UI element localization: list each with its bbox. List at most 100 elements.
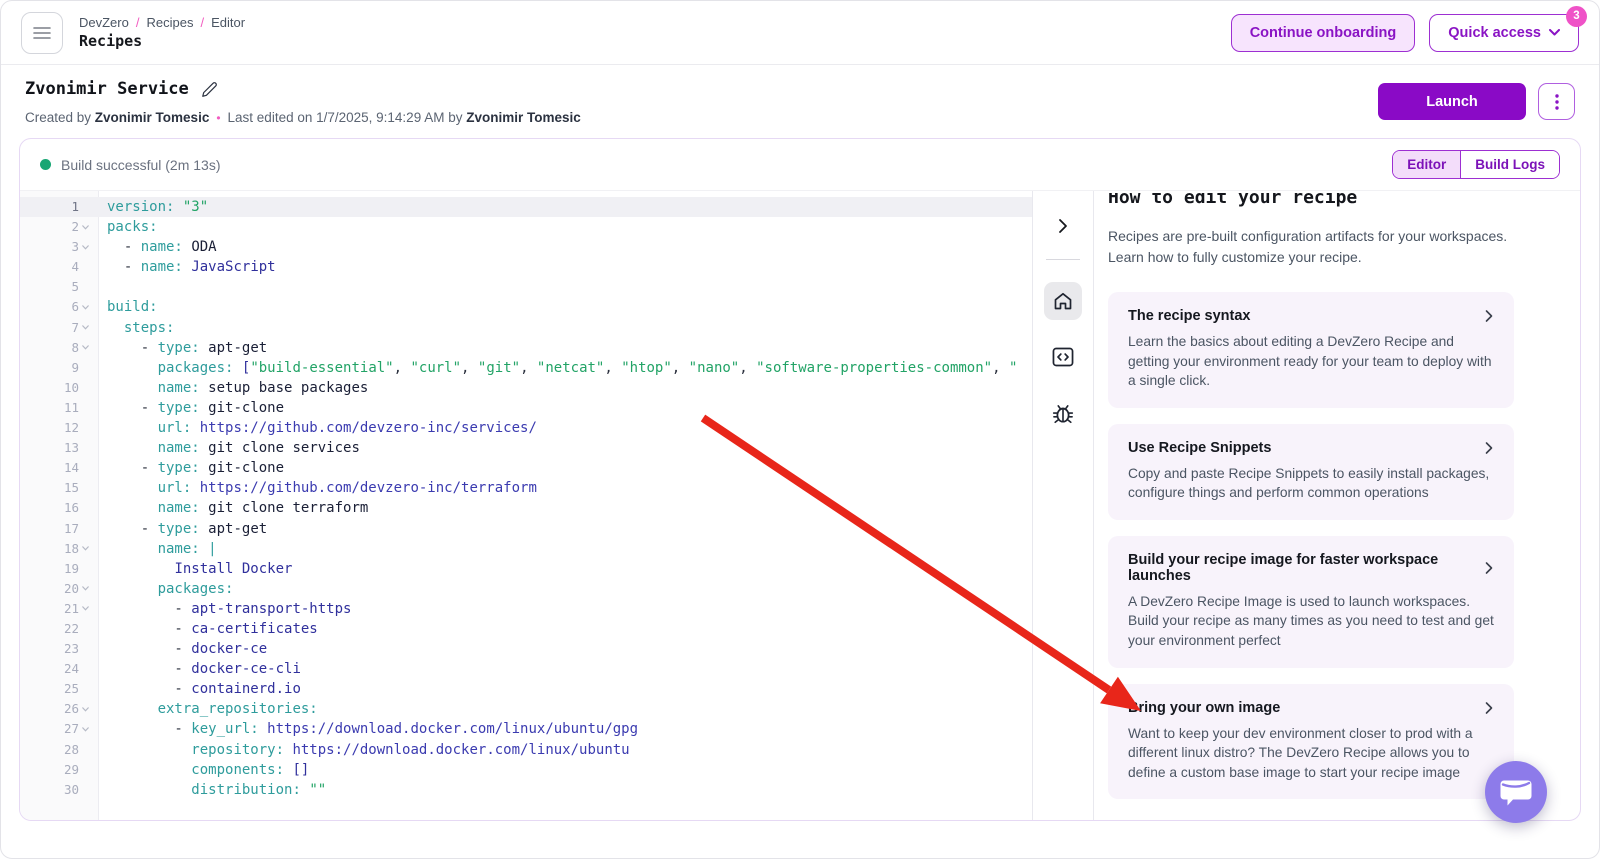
- code-line[interactable]: 24 - docker-ce-cli: [20, 659, 1032, 679]
- code-text: - docker-ce-cli: [98, 659, 1032, 679]
- help-card[interactable]: Build your recipe image for faster works…: [1108, 536, 1514, 668]
- code-text: - docker-ce: [98, 639, 1032, 659]
- code-line[interactable]: 13 name: git clone services: [20, 438, 1032, 458]
- hamburger-menu-button[interactable]: [21, 12, 63, 54]
- tab-build-logs[interactable]: Build Logs: [1460, 151, 1559, 178]
- yaml-code-editor[interactable]: 1version: "3"2packs:3 - name: ODA4 - nam…: [20, 191, 1032, 820]
- tab-editor[interactable]: Editor: [1393, 151, 1460, 178]
- line-number: 23: [20, 639, 98, 659]
- fold-chevron-icon: [81, 584, 90, 593]
- line-number: 13: [20, 438, 98, 458]
- code-line[interactable]: 30 distribution: "": [20, 780, 1032, 800]
- fold-toggle[interactable]: [79, 243, 92, 252]
- code-line[interactable]: 20 packages:: [20, 579, 1032, 599]
- fold-chevron-icon: [81, 243, 90, 252]
- code-line[interactable]: 17 - type: apt-get: [20, 519, 1032, 539]
- code-line[interactable]: 29 components: []: [20, 760, 1032, 780]
- code-line[interactable]: 22 - ca-certificates: [20, 619, 1032, 639]
- code-panel-icon: [1050, 344, 1076, 370]
- help-home-tab-button[interactable]: [1044, 282, 1082, 320]
- recipe-title: Zvonimir Service: [25, 79, 189, 99]
- debug-tab-button[interactable]: [1044, 394, 1082, 432]
- more-options-button[interactable]: [1538, 83, 1575, 120]
- code-line[interactable]: 3 - name: ODA: [20, 237, 1032, 257]
- line-number: 7: [20, 318, 98, 338]
- line-number: 14: [20, 458, 98, 478]
- code-line[interactable]: 15 url: https://github.com/devzero-inc/t…: [20, 478, 1032, 498]
- fold-chevron-icon: [81, 343, 90, 352]
- line-number: 6: [20, 297, 98, 317]
- code-line[interactable]: 18 name: |: [20, 539, 1032, 559]
- chevron-down-icon: [1549, 29, 1560, 36]
- code-line[interactable]: 7 steps:: [20, 318, 1032, 338]
- code-line[interactable]: 1version: "3": [20, 197, 1032, 217]
- help-card-description: Want to keep your dev environment closer…: [1128, 724, 1496, 783]
- code-line[interactable]: 23 - docker-ce: [20, 639, 1032, 659]
- code-text: extra_repositories:: [98, 699, 1032, 719]
- code-line[interactable]: 2packs:: [20, 217, 1032, 237]
- line-number: 17: [20, 519, 98, 539]
- continue-onboarding-button[interactable]: Continue onboarding: [1231, 14, 1416, 52]
- line-number: 21: [20, 599, 98, 619]
- code-text: packages:: [98, 579, 1032, 599]
- fold-toggle[interactable]: [79, 223, 92, 232]
- code-line[interactable]: 6build:: [20, 297, 1032, 317]
- line-number: 10: [20, 378, 98, 398]
- fold-toggle[interactable]: [79, 544, 92, 553]
- chat-launcher[interactable]: [1485, 761, 1547, 823]
- help-card[interactable]: Use Recipe SnippetsCopy and paste Recipe…: [1108, 424, 1514, 520]
- quick-access-badge: 3: [1566, 6, 1587, 27]
- code-line[interactable]: 5: [20, 277, 1032, 297]
- launch-button[interactable]: Launch: [1378, 83, 1526, 120]
- help-card[interactable]: The recipe syntaxLearn the basics about …: [1108, 292, 1514, 408]
- code-line[interactable]: 26 extra_repositories:: [20, 699, 1032, 719]
- code-line[interactable]: 27 - key_url: https://download.docker.co…: [20, 719, 1032, 739]
- code-line[interactable]: 21 - apt-transport-https: [20, 599, 1032, 619]
- line-number: 26: [20, 699, 98, 719]
- fold-chevron-icon: [81, 544, 90, 553]
- help-heading: How to edit your recipe: [1108, 193, 1514, 208]
- line-number: 16: [20, 498, 98, 518]
- page-title: Recipes: [79, 32, 245, 50]
- collapse-panel-button[interactable]: [1048, 211, 1078, 241]
- quick-access-button[interactable]: Quick access 3: [1429, 14, 1579, 52]
- code-line[interactable]: 14 - type: git-clone: [20, 458, 1032, 478]
- recipe-meta: Created by Zvonimir Tomesic•Last edited …: [25, 110, 581, 125]
- fold-toggle[interactable]: [79, 725, 92, 734]
- fold-toggle[interactable]: [79, 303, 92, 312]
- help-card[interactable]: Bring your own imageWant to keep your de…: [1108, 684, 1514, 800]
- fold-toggle[interactable]: [79, 323, 92, 332]
- code-line[interactable]: 19 Install Docker: [20, 559, 1032, 579]
- help-card-title: Build your recipe image for faster works…: [1128, 552, 1474, 584]
- code-line[interactable]: 16 name: git clone terraform: [20, 498, 1032, 518]
- edited-by-name: Zvonimir Tomesic: [466, 110, 581, 125]
- line-number: 27: [20, 719, 98, 739]
- line-number: 8: [20, 338, 98, 358]
- line-number: 29: [20, 760, 98, 780]
- editor-side-toolbar: [1032, 191, 1094, 820]
- code-line[interactable]: 12 url: https://github.com/devzero-inc/s…: [20, 418, 1032, 438]
- code-text: build:: [98, 297, 1032, 317]
- kebab-menu-icon: [1555, 94, 1559, 110]
- snippets-code-tab-button[interactable]: [1044, 338, 1082, 376]
- code-line[interactable]: 11 - type: git-clone: [20, 398, 1032, 418]
- edit-pencil-icon[interactable]: [201, 81, 218, 98]
- recipe-header: Zvonimir Service Created by Zvonimir Tom…: [1, 65, 1599, 125]
- fold-toggle[interactable]: [79, 584, 92, 593]
- code-line[interactable]: 4 - name: JavaScript: [20, 257, 1032, 277]
- code-line[interactable]: 25 - containerd.io: [20, 679, 1032, 699]
- line-number: 11: [20, 398, 98, 418]
- top-bar: DevZero/Recipes/Editor Recipes Continue …: [1, 1, 1599, 65]
- fold-toggle[interactable]: [79, 604, 92, 613]
- code-line[interactable]: 9 packages: ["build-essential", "curl", …: [20, 358, 1032, 378]
- breadcrumb-item[interactable]: Editor: [211, 15, 245, 30]
- code-line[interactable]: 10 name: setup base packages: [20, 378, 1032, 398]
- help-intro: Recipes are pre-built configuration arti…: [1108, 226, 1514, 268]
- breadcrumb-item[interactable]: Recipes: [146, 15, 193, 30]
- fold-toggle[interactable]: [79, 343, 92, 352]
- code-line[interactable]: 8 - type: apt-get: [20, 338, 1032, 358]
- breadcrumb-item[interactable]: DevZero: [79, 15, 129, 30]
- code-line[interactable]: 28 repository: https://download.docker.c…: [20, 740, 1032, 760]
- fold-toggle[interactable]: [79, 705, 92, 714]
- code-text: name: git clone services: [98, 438, 1032, 458]
